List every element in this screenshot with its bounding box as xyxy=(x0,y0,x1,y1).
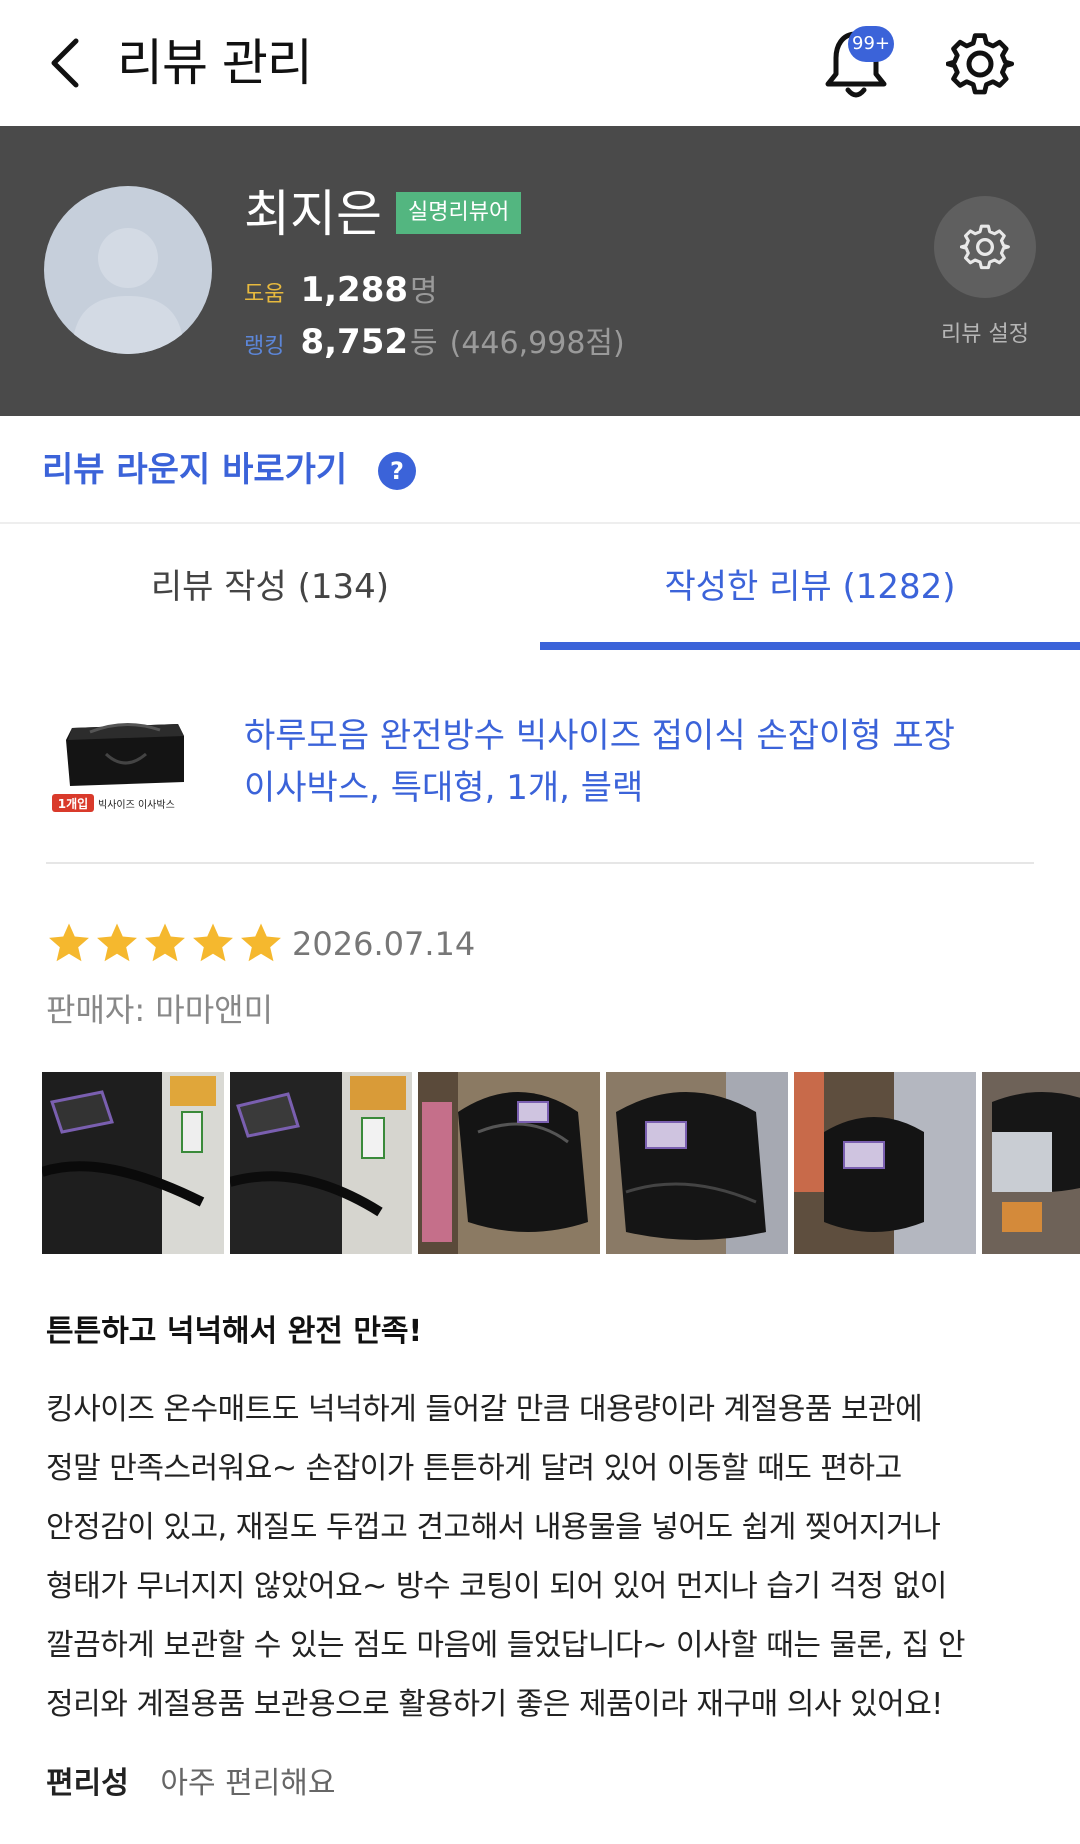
review-attribute: 편리성 아주 편리해요 xyxy=(46,1762,336,1806)
review-date: 2026.07.14 xyxy=(292,925,476,963)
product-name-line: 이사박스, 특대형, 1개, 블랙 xyxy=(244,768,644,808)
help-label: 도움 xyxy=(244,282,285,307)
page-title: 리뷰 관리 xyxy=(117,34,313,92)
rank-label: 랭킹 xyxy=(244,334,285,359)
review-settings-button[interactable] xyxy=(934,196,1036,298)
star-icon xyxy=(97,923,137,962)
review-photo-strip[interactable] xyxy=(42,1072,1080,1254)
product-name-line: 하루모음 완전방수 빅사이즈 접이식 손잡이형 포장 xyxy=(244,716,955,756)
product-thumbnail[interactable]: 1개입 빅사이즈 이사박스 xyxy=(50,710,200,830)
star-icon xyxy=(241,923,281,962)
review-photo[interactable] xyxy=(606,1072,788,1254)
review-tabs: 리뷰 작성 (134) 작성한 리뷰 (1282) xyxy=(0,524,1080,650)
rank-unit: 등 xyxy=(410,326,438,361)
product-name[interactable]: 하루모음 완전방수 빅사이즈 접이식 손잡이형 포장 이사박스, 특대형, 1개… xyxy=(244,710,1044,814)
rank-score: (446,998점) xyxy=(449,326,625,361)
person-placeholder-icon xyxy=(72,228,184,354)
help-value: 1,288 xyxy=(300,270,409,310)
app-header: 리뷰 관리 99+ xyxy=(0,0,1080,126)
review-body-line: 킹사이즈 온수매트도 넉넉하게 들어갈 만큼 대용량이라 계절용품 보관에 xyxy=(46,1392,923,1427)
help-icon[interactable]: ? xyxy=(378,452,416,490)
review-settings-label: 리뷰 설정 xyxy=(941,322,1029,347)
settings-button[interactable] xyxy=(945,30,1015,98)
back-button[interactable] xyxy=(36,32,92,94)
review-photo[interactable] xyxy=(982,1072,1080,1254)
tab-write-review[interactable]: 리뷰 작성 (134) xyxy=(0,524,540,650)
rank-value: 8,752 xyxy=(300,322,409,362)
review-lounge-section: 리뷰 라운지 바로가기 ? xyxy=(0,416,1080,524)
star-icon xyxy=(145,923,185,962)
review-title: 튼튼하고 넉넉해서 완전 만족! xyxy=(46,1314,423,1349)
gear-icon xyxy=(945,33,1015,95)
review-body: 킹사이즈 온수매트도 넉넉하게 들어갈 만큼 대용량이라 계절용품 보관에 정말… xyxy=(46,1380,1036,1734)
profile-name: 최지은 xyxy=(244,185,382,243)
divider xyxy=(46,862,1034,864)
notification-badge: 99+ xyxy=(848,26,894,62)
ranking-row: 랭킹 8,752 등 (446,998점) xyxy=(244,318,625,366)
review-photo[interactable] xyxy=(794,1072,976,1254)
review-body-line: 깔끔하게 보관할 수 있는 점도 마음에 들었답니다~ 이사할 때는 물론, 집… xyxy=(46,1628,965,1663)
review-photo[interactable] xyxy=(42,1072,224,1254)
review-body-line: 정리와 계절용품 보관용으로 활용하기 좋은 제품이라 재구매 의사 있어요! xyxy=(46,1687,943,1722)
review-photo[interactable] xyxy=(230,1072,412,1254)
active-tab-indicator xyxy=(540,642,1080,650)
gear-icon xyxy=(960,224,1010,270)
star-icon xyxy=(193,923,233,962)
review-body-line: 정말 만족스러워요~ 손잡이가 튼튼하게 달려 있어 이동할 때도 편하고 xyxy=(46,1451,902,1486)
avatar[interactable] xyxy=(44,186,212,354)
verified-reviewer-badge: 실명리뷰어 xyxy=(396,192,522,234)
review-lounge-link[interactable]: 리뷰 라운지 바로가기 xyxy=(42,446,347,494)
help-count-row: 도움 1,288 명 xyxy=(244,266,438,314)
attribute-value: 아주 편리해요 xyxy=(160,1766,336,1801)
storage-box-image: 1개입 빅사이즈 이사박스 xyxy=(50,710,200,830)
review-photo[interactable] xyxy=(418,1072,600,1254)
star-rating xyxy=(46,920,284,966)
thumb-caption: 빅사이즈 이사박스 xyxy=(98,799,175,811)
seller-name: 판매자: 마마앤미 xyxy=(46,991,274,1029)
review-body-line: 안정감이 있고, 재질도 두껍고 견고해서 내용물을 넣어도 쉽게 찢어지거나 xyxy=(46,1510,941,1545)
profile-panel: 최지은 실명리뷰어 도움 1,288 명 랭킹 8,752 등 (446,998… xyxy=(0,126,1080,416)
review-body-line: 형태가 무너지지 않았어요~ 방수 코팅이 되어 있어 먼지나 습기 걱정 없이 xyxy=(46,1569,947,1604)
attribute-label: 편리성 xyxy=(46,1766,129,1801)
product-row[interactable]: 1개입 빅사이즈 이사박스 하루모음 완전방수 빅사이즈 접이식 손잡이형 포장… xyxy=(0,650,1080,866)
chevron-left-icon xyxy=(51,38,79,88)
help-unit: 명 xyxy=(410,274,438,309)
star-icon xyxy=(49,923,89,962)
tab-written-reviews[interactable]: 작성한 리뷰 (1282) xyxy=(540,524,1080,650)
thumb-tag: 1개입 xyxy=(58,797,88,811)
